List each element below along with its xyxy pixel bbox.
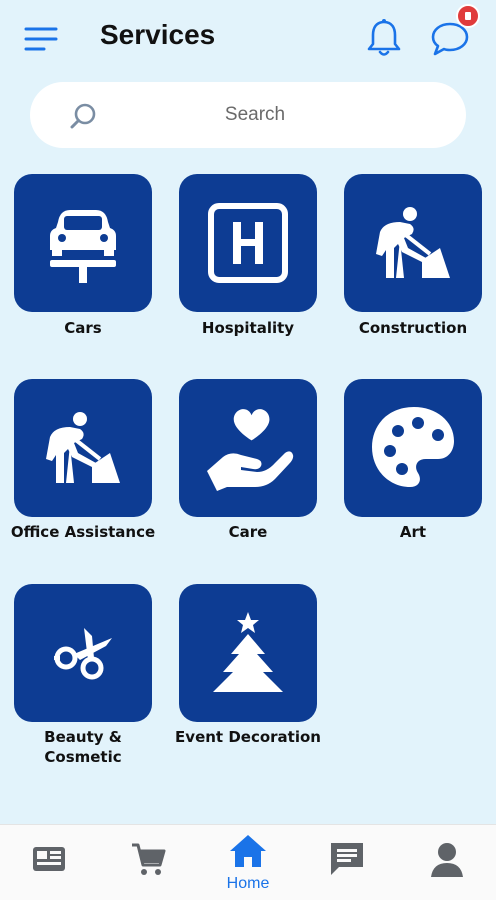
search-input[interactable]	[140, 100, 370, 130]
service-label: Beauty & Cosmetic	[44, 728, 122, 766]
search-icon	[70, 103, 96, 129]
nav-item-news[interactable]	[9, 825, 89, 900]
app-header: Services	[0, 0, 496, 80]
bell-icon	[367, 19, 401, 56]
bottom-navigation: Home	[0, 824, 496, 900]
service-tile-office-assistance[interactable]	[14, 379, 152, 517]
service-label: Cars	[64, 319, 102, 337]
service-tile-construction[interactable]	[344, 174, 482, 312]
service-tile-event-decoration[interactable]	[179, 584, 317, 722]
service-label: Art	[399, 523, 427, 541]
hospital-sign-icon	[208, 203, 288, 283]
service-tile-hospitality[interactable]	[179, 174, 317, 312]
home-icon	[230, 835, 266, 867]
service-tile-cars[interactable]	[14, 174, 152, 312]
service-label: Office Assistance	[10, 523, 156, 541]
car-lift-icon	[50, 210, 116, 283]
worker-shovel-icon	[376, 207, 450, 278]
hamburger-menu-icon	[24, 27, 58, 51]
nav-item-profile[interactable]	[407, 825, 487, 900]
menu-button[interactable]	[22, 22, 60, 56]
service-label: Event Decoration	[175, 728, 321, 746]
service-label: Construction	[358, 319, 468, 337]
page-title: Services	[100, 19, 216, 50]
nav-item-cart[interactable]	[108, 825, 188, 900]
service-label: Hospitality	[201, 319, 295, 337]
badge-glyph	[465, 12, 471, 20]
service-label: Care	[228, 523, 268, 541]
notification-badge	[456, 4, 480, 28]
palette-icon	[372, 407, 454, 487]
worker-shovel-icon	[46, 412, 120, 483]
service-tile-art[interactable]	[344, 379, 482, 517]
service-tile-care[interactable]	[179, 379, 317, 517]
profile-icon	[431, 843, 463, 877]
nav-item-messages[interactable]	[307, 825, 387, 900]
search-bar[interactable]	[30, 82, 466, 148]
shopping-cart-icon	[132, 843, 166, 875]
notifications-button[interactable]	[364, 16, 404, 60]
hand-heart-icon	[207, 409, 294, 491]
nav-item-home[interactable]: Home	[208, 825, 288, 900]
service-tile-beauty-cosmetic[interactable]	[14, 584, 152, 722]
nav-label-home: Home	[226, 875, 270, 892]
message-icon	[331, 843, 363, 875]
christmas-tree-icon	[213, 612, 283, 692]
newspaper-icon	[33, 847, 65, 871]
scissors-icon	[54, 628, 112, 680]
